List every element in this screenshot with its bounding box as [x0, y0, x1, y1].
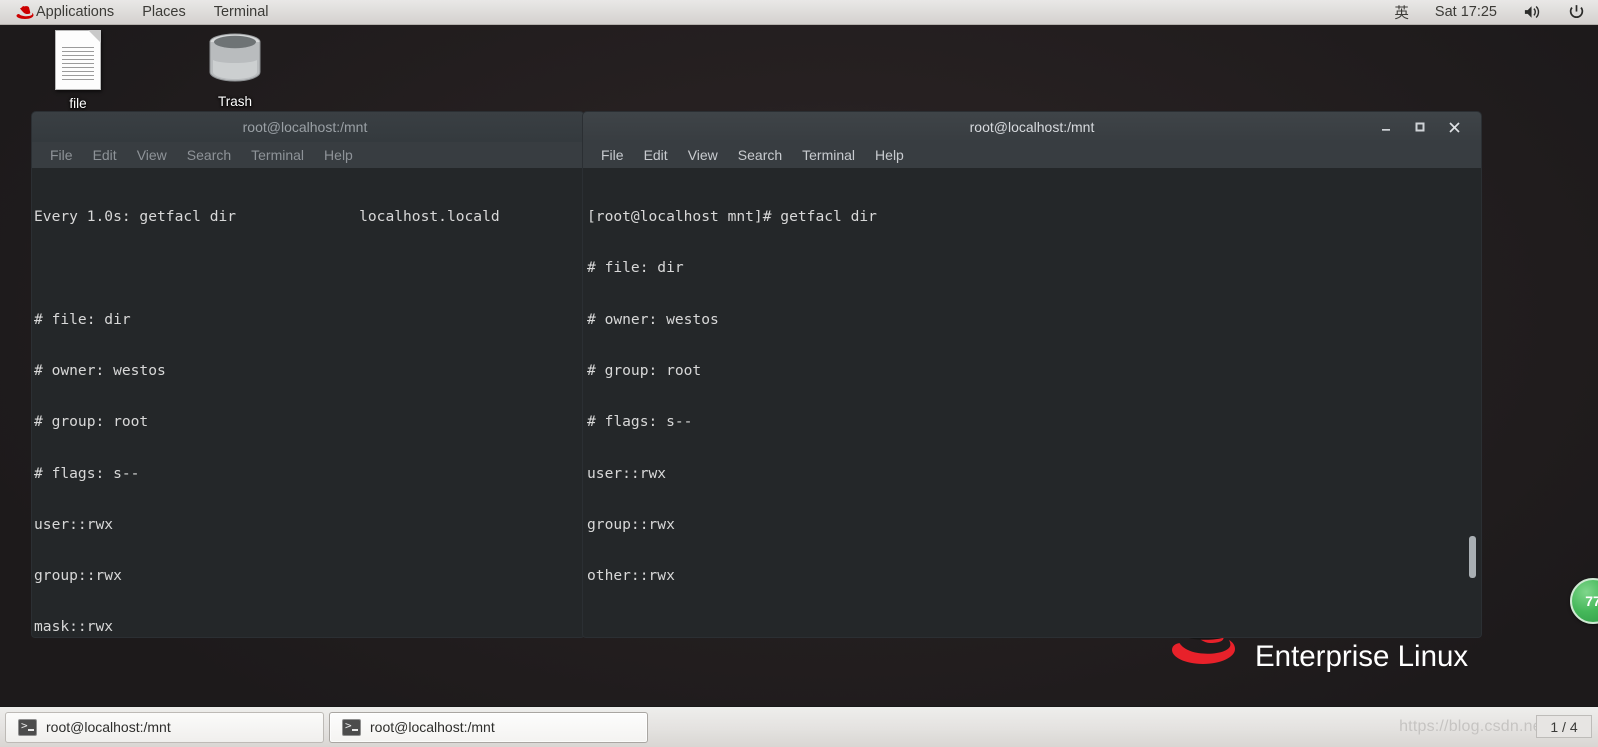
- top-panel-status-area: 英 Sat 17:25: [1381, 0, 1598, 25]
- terminal-line: # flags: s--: [587, 413, 693, 431]
- desktop-icon-file[interactable]: file: [30, 30, 126, 111]
- terminal-line: Every 1.0s: getfacl dir localhost.locald: [34, 208, 500, 226]
- terminal-output-left[interactable]: Every 1.0s: getfacl dir localhost.locald…: [31, 168, 585, 638]
- terminal-icon: [342, 718, 361, 736]
- terminal-line: group::rwx: [587, 515, 675, 533]
- terminal-line: # file: dir: [587, 259, 684, 277]
- input-method-indicator[interactable]: 英: [1381, 0, 1422, 25]
- window-controls-right: [1377, 118, 1475, 136]
- menu-file-right[interactable]: File: [591, 147, 634, 163]
- terminal-menu-label: Terminal: [213, 4, 269, 20]
- places-menu-label: Places: [142, 4, 186, 20]
- applications-menu-label: Applications: [36, 4, 115, 20]
- menu-help-right[interactable]: Help: [865, 147, 914, 163]
- taskbar-item-terminal-2[interactable]: root@localhost:/mnt: [329, 711, 648, 743]
- applications-menu[interactable]: Applications: [0, 0, 128, 25]
- terminal-line: # owner: westos: [34, 362, 166, 380]
- terminal-output-right[interactable]: [root@localhost mnt]# getfacl dir # file…: [582, 168, 1482, 638]
- terminal-line: user::rwx: [587, 464, 667, 482]
- notification-badge[interactable]: 77: [1570, 578, 1598, 624]
- terminal-line: other::rwx: [587, 567, 675, 585]
- terminal-line: group::rwx: [34, 567, 122, 585]
- places-menu[interactable]: Places: [128, 0, 200, 25]
- scrollbar-thumb[interactable]: [1469, 536, 1476, 578]
- workspace-switcher[interactable]: 1 / 4: [1536, 715, 1592, 738]
- menu-edit-right[interactable]: Edit: [634, 147, 678, 163]
- terminal-line: mask::rwx: [34, 618, 114, 636]
- menu-terminal-left[interactable]: Terminal: [241, 147, 314, 163]
- taskbar-item-terminal-1[interactable]: root@localhost:/mnt: [5, 711, 324, 743]
- menu-edit-left[interactable]: Edit: [83, 147, 127, 163]
- minimize-icon[interactable]: [1377, 118, 1395, 136]
- clock[interactable]: Sat 17:25: [1422, 0, 1510, 25]
- top-panel: Applications Places Terminal 英 Sat 17:25: [0, 0, 1598, 25]
- terminal-line: # group: root: [587, 362, 702, 380]
- desktop-icon-trash[interactable]: Trash: [187, 28, 283, 109]
- terminal-menu[interactable]: Terminal: [200, 0, 283, 25]
- titlebar-right[interactable]: root@localhost:/mnt: [582, 111, 1482, 142]
- maximize-icon[interactable]: [1411, 118, 1429, 136]
- notification-badge-count: 77: [1585, 593, 1598, 609]
- terminal-line: # group: root: [34, 413, 149, 431]
- menubar-right: File Edit View Search Terminal Help: [582, 142, 1482, 168]
- terminal-icon: [18, 718, 37, 736]
- window-title-right: root@localhost:/mnt: [969, 119, 1095, 135]
- bottom-panel: root@localhost:/mnt root@localhost:/mnt …: [0, 706, 1598, 747]
- menu-help-left[interactable]: Help: [314, 147, 363, 163]
- terminal-line: # owner: westos: [587, 310, 719, 328]
- terminal-line: user::rwx: [34, 515, 114, 533]
- trash-icon: [187, 28, 283, 90]
- clock-label: Sat 17:25: [1434, 4, 1497, 20]
- taskbar-item-label: root@localhost:/mnt: [370, 719, 495, 735]
- terminal-scrollbar[interactable]: [1467, 168, 1479, 637]
- menu-view-left[interactable]: View: [127, 147, 177, 163]
- titlebar-left[interactable]: root@localhost:/mnt: [31, 111, 585, 142]
- desktop-icon-trash-label: Trash: [217, 94, 252, 109]
- workspace-label: 1 / 4: [1550, 718, 1578, 735]
- menu-file-left[interactable]: File: [40, 147, 83, 163]
- close-icon[interactable]: [1445, 118, 1463, 136]
- menu-view-right[interactable]: View: [678, 147, 728, 163]
- terminal-window-right[interactable]: root@localhost:/mnt File Edit View Searc…: [582, 111, 1482, 638]
- input-method-label: 英: [1394, 5, 1409, 22]
- desktop-icon-file-label: file: [69, 96, 87, 111]
- rhel-line2: Enterprise Linux: [1255, 639, 1469, 673]
- volume-icon[interactable]: [1510, 0, 1555, 25]
- terminal-line: # flags: s--: [34, 464, 140, 482]
- document-icon: [30, 30, 126, 92]
- terminal-line: # file: dir: [34, 310, 131, 328]
- terminal-line: [root@localhost mnt]# getfacl dir: [587, 208, 877, 226]
- menu-search-left[interactable]: Search: [177, 147, 241, 163]
- redhat-logo-icon: [14, 0, 36, 25]
- taskbar-item-label: root@localhost:/mnt: [46, 719, 171, 735]
- terminal-window-left[interactable]: root@localhost:/mnt File Edit View Searc…: [31, 111, 585, 638]
- power-icon[interactable]: [1555, 0, 1598, 25]
- menubar-left: File Edit View Search Terminal Help: [31, 142, 585, 168]
- menu-terminal-right[interactable]: Terminal: [792, 147, 865, 163]
- menu-search-right[interactable]: Search: [728, 147, 792, 163]
- window-title-left: root@localhost:/mnt: [242, 119, 368, 135]
